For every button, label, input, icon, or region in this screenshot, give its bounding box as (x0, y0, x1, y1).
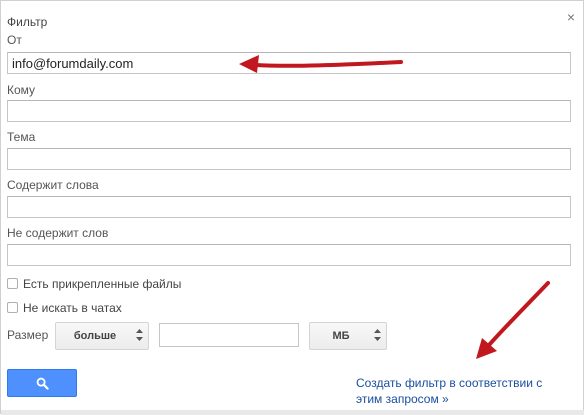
subject-label: Тема (7, 130, 36, 144)
to-label: Кому (7, 83, 36, 97)
updown-arrows-icon (374, 329, 381, 341)
no-words-label: Не содержит слов (7, 226, 109, 240)
from-field-value: info@forumdaily.com (12, 56, 134, 71)
size-comparator-value: больше (73, 330, 117, 342)
search-icon (36, 377, 49, 390)
from-label: От (7, 33, 22, 47)
subject-field[interactable] (7, 148, 571, 170)
dialog-bottom-shadow (1, 410, 584, 415)
annotation-arrow-create-filter (476, 281, 550, 359)
filter-dialog: Фильтр × От info@forumdaily.com Кому Тем… (0, 0, 584, 415)
create-filter-link[interactable]: Создать фильтр в соответствии с этим зап… (356, 375, 571, 407)
size-unit-select[interactable]: МБ (309, 322, 387, 350)
dialog-title: Фильтр (7, 15, 48, 29)
size-comparator-select[interactable]: больше (55, 322, 149, 350)
has-attachments-checkbox[interactable] (7, 278, 18, 289)
has-words-field[interactable] (7, 196, 571, 218)
has-words-label: Содержит слова (7, 178, 99, 192)
search-button[interactable] (7, 369, 77, 397)
to-field[interactable] (7, 100, 571, 122)
size-unit-value: МБ (332, 330, 350, 342)
close-icon[interactable]: × (564, 9, 578, 25)
no-words-field[interactable] (7, 244, 571, 266)
size-label: Размер (7, 328, 49, 342)
no-chats-label: Не искать в чатах (23, 301, 122, 315)
no-chats-checkbox[interactable] (7, 302, 18, 313)
has-attachments-label: Есть прикрепленные файлы (23, 277, 182, 291)
size-value-input[interactable] (159, 323, 299, 347)
from-field[interactable]: info@forumdaily.com (7, 52, 571, 74)
updown-arrows-icon (136, 329, 143, 341)
